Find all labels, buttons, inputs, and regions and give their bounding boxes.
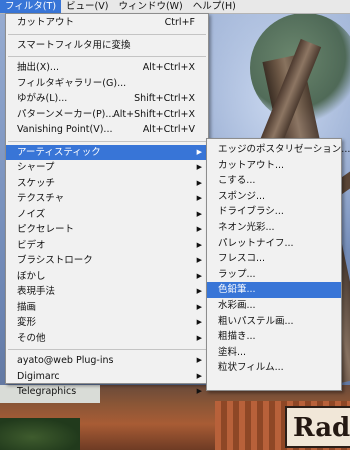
submenu-item-sponge[interactable]: スポンジ... (207, 189, 341, 205)
extract-label: 抽出(X)... (17, 62, 59, 73)
category-label: その他 (17, 332, 46, 344)
submenu-item-poster-edges[interactable]: エッジのポスタリゼーション... (207, 142, 350, 158)
submenu-arrow-icon: ▶ (196, 256, 202, 264)
pattern-maker-label: パターンメーカー(P)... (17, 108, 115, 120)
vanishing-point-item[interactable]: Vanishing Point(V)... Alt+Ctrl+V (6, 122, 208, 138)
submenu-arrow-icon: ▶ (196, 302, 202, 311)
plugin-digimarc[interactable]: Digimarc ▶ (6, 369, 208, 385)
last-filter-label: カットアウト (17, 17, 75, 28)
submenu-arrow-icon: ▶ (196, 178, 202, 187)
plugin-ayato[interactable]: ayato@web Plug-ins ▶ (6, 353, 208, 369)
submenu-item-underpainting[interactable]: 粗描き... (207, 329, 341, 345)
filter-menu: カットアウト Ctrl+F スマートフィルタ用に変換 抽出(X)... Alt+… (5, 13, 209, 397)
category-sketch[interactable]: スケッチ ▶ (6, 176, 208, 192)
menu-help[interactable]: ヘルプ(H) (188, 0, 241, 13)
smart-filter-item[interactable]: スマートフィルタ用に変換 (6, 38, 208, 54)
submenu-item-fresco[interactable]: フレスコ... (207, 251, 341, 267)
pattern-maker-shortcut: Alt+Shift+Ctrl+X (113, 108, 195, 120)
submenu-item-plastic-wrap[interactable]: ラップ... (207, 267, 341, 283)
plugin-label: Telegraphics (17, 386, 77, 397)
menu-window[interactable]: ウィンドウ(W) (113, 0, 187, 13)
submenu-arrow-icon: ▶ (196, 387, 202, 395)
plugin-label: Digimarc (17, 370, 60, 382)
menu-filter[interactable]: フィルタ(T) (0, 0, 62, 13)
last-filter-shortcut: Ctrl+F (164, 17, 195, 28)
submenu-item-paint-daubs[interactable]: 塗料... (207, 345, 341, 361)
category-label: ピクセレート (17, 224, 75, 235)
plant (0, 418, 80, 450)
submenu-item-cutout[interactable]: カットアウト... (207, 158, 341, 174)
category-label: ビデオ (17, 239, 46, 251)
submenu-arrow-icon: ▶ (196, 271, 202, 280)
submenu-arrow-icon: ▶ (196, 147, 202, 156)
category-blur[interactable]: ぼかし ▶ (6, 269, 208, 285)
submenu-item-palette-knife[interactable]: パレットナイフ... (207, 236, 341, 252)
artistic-submenu: エッジのポスタリゼーション... カットアウト... こする... スポンジ..… (206, 138, 350, 391)
category-other[interactable]: その他 ▶ (6, 331, 208, 347)
last-filter-item[interactable]: カットアウト Ctrl+F (6, 15, 208, 31)
liquify-shortcut: Shift+Ctrl+X (134, 93, 195, 104)
shop-sign: Rad (285, 406, 350, 448)
category-label: 表現手法 (17, 286, 56, 297)
extract-item[interactable]: 抽出(X)... Alt+Ctrl+X (6, 60, 208, 76)
category-label: スケッチ (17, 177, 56, 189)
menu-separator (8, 56, 206, 57)
liquify-item[interactable]: ゆがみ(L)... Shift+Ctrl+X (6, 91, 208, 107)
pattern-maker-item[interactable]: パターンメーカー(P)... Alt+Shift+Ctrl+X (6, 107, 208, 123)
category-sharpen[interactable]: シャープ ▶ (6, 160, 208, 176)
submenu-arrow-icon: ▶ (196, 194, 202, 202)
category-noise[interactable]: ノイズ ▶ (6, 207, 208, 223)
submenu-arrow-icon: ▶ (196, 371, 202, 380)
vanishing-point-label: Vanishing Point(V)... (17, 124, 113, 135)
submenu-item-smudge-stick[interactable]: こする... (207, 173, 341, 189)
category-label: テクスチャ (17, 193, 65, 204)
liquify-label: ゆがみ(L)... (17, 93, 68, 104)
menu-separator (8, 140, 206, 142)
category-video[interactable]: ビデオ ▶ (6, 238, 208, 254)
submenu-item-watercolor[interactable]: 水彩画... (207, 298, 341, 314)
submenu-item-film-grain[interactable]: 粒状フィルム... (207, 360, 341, 376)
category-label: アーティスティック (17, 146, 101, 158)
smart-filter-label: スマートフィルタ用に変換 (17, 39, 131, 51)
category-distort[interactable]: 変形 ▶ (6, 315, 208, 331)
submenu-item-rough-pastels[interactable]: 粗いパステル画... (207, 314, 341, 330)
category-label: 描画 (17, 301, 37, 313)
submenu-arrow-icon: ▶ (196, 240, 202, 249)
submenu-arrow-icon: ▶ (196, 225, 202, 233)
menu-separator (8, 33, 206, 35)
plugin-label: ayato@web Plug-ins (17, 355, 114, 366)
category-label: ブラシストローク (17, 255, 93, 266)
gallery-item[interactable]: フィルタギャラリー(G)... (6, 76, 208, 92)
gallery-label: フィルタギャラリー(G)... (17, 77, 127, 89)
category-artistic[interactable]: アーティスティック ▶ (6, 144, 208, 160)
submenu-arrow-icon: ▶ (196, 356, 202, 364)
menu-bar: フィルタ(T) ビュー(V) ウィンドウ(W) ヘルプ(H) (0, 0, 350, 14)
category-pixelate[interactable]: ピクセレート ▶ (6, 222, 208, 238)
plugin-telegraphics[interactable]: Telegraphics ▶ (6, 384, 208, 400)
menu-view[interactable]: ビュー(V) (61, 0, 113, 13)
category-label: 変形 (17, 317, 37, 328)
submenu-item-neon-glow[interactable]: ネオン光彩... (207, 220, 341, 236)
category-render[interactable]: 描画 ▶ (6, 300, 208, 316)
menu-separator (8, 349, 206, 350)
submenu-arrow-icon: ▶ (196, 163, 202, 171)
submenu-item-dry-brush[interactable]: ドライブラシ... (207, 204, 341, 220)
extract-shortcut: Alt+Ctrl+X (142, 62, 195, 73)
category-brush-strokes[interactable]: ブラシストローク ▶ (6, 253, 208, 269)
category-texture[interactable]: テクスチャ ▶ (6, 191, 208, 207)
category-label: シャープ (17, 162, 55, 173)
vanishing-point-shortcut: Alt+Ctrl+V (142, 124, 195, 135)
category-stylize[interactable]: 表現手法 ▶ (6, 284, 208, 300)
submenu-item-colored-pencil[interactable]: 色鉛筆... (207, 282, 341, 298)
shop-sign-text: Rad (293, 413, 350, 443)
submenu-arrow-icon: ▶ (196, 287, 202, 295)
submenu-arrow-icon: ▶ (196, 333, 202, 342)
submenu-arrow-icon: ▶ (196, 318, 202, 326)
submenu-arrow-icon: ▶ (196, 209, 202, 218)
category-label: ノイズ (17, 208, 46, 220)
category-label: ぼかし (17, 270, 46, 282)
